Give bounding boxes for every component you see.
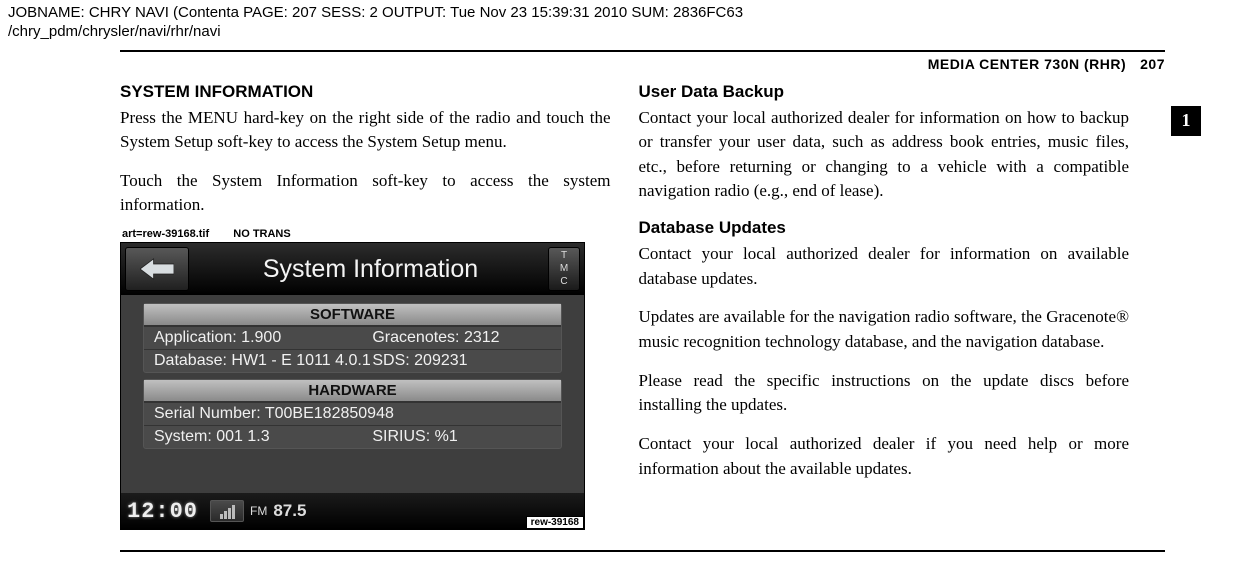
left-column: SYSTEM INFORMATION Press the MENU hard-k… bbox=[120, 82, 611, 531]
band-label: FM bbox=[250, 504, 267, 518]
section-title-system-info: SYSTEM INFORMATION bbox=[120, 82, 611, 102]
application-label: Application: bbox=[154, 329, 237, 346]
paragraph: Contact your local authorized dealer for… bbox=[639, 242, 1130, 291]
right-column: 1 User Data Backup Contact your local au… bbox=[639, 82, 1166, 531]
section-title-db-updates: Database Updates bbox=[639, 218, 1130, 238]
page-content: MEDIA CENTER 730N (RHR) 207 SYSTEM INFOR… bbox=[120, 50, 1165, 553]
no-trans-label: NO TRANS bbox=[233, 228, 290, 240]
screenshot-topbar: System Information TMC bbox=[121, 243, 584, 295]
running-header: MEDIA CENTER 730N (RHR) 207 bbox=[120, 56, 1165, 72]
table-row: Application: 1.900 Gracenotes: 2312 bbox=[144, 326, 561, 349]
system-value: 001 1.3 bbox=[216, 428, 269, 445]
hardware-header: HARDWARE bbox=[144, 380, 561, 402]
status-bar: 12:00 FM 87.5 bbox=[121, 493, 584, 529]
sirius-label: SIRIUS: bbox=[372, 428, 430, 445]
sds-label: SDS: bbox=[372, 352, 409, 369]
database-value: HW1 - E 1011 4.0.1 bbox=[231, 352, 370, 369]
page-number: 207 bbox=[1140, 56, 1165, 72]
paragraph: Updates are available for the navigation… bbox=[639, 305, 1130, 354]
table-row: Database: HW1 - E 1011 4.0.1 SDS: 209231 bbox=[144, 349, 561, 372]
application-value: 1.900 bbox=[241, 329, 281, 346]
sds-value: 209231 bbox=[414, 352, 467, 369]
table-row: System: 001 1.3 SIRIUS: %1 bbox=[144, 425, 561, 448]
section-title-user-backup: User Data Backup bbox=[639, 82, 1130, 102]
paragraph: Press the MENU hard-key on the right sid… bbox=[120, 106, 611, 155]
sirius-value: %1 bbox=[435, 428, 458, 445]
art-filename: art=rew-39168.tif bbox=[122, 228, 209, 240]
back-arrow-icon bbox=[140, 257, 174, 281]
header-title: MEDIA CENTER 730N (RHR) bbox=[928, 56, 1126, 72]
device-screenshot: System Information TMC SOFTWARE Applicat… bbox=[120, 242, 585, 530]
image-caption: art=rew-39168.tif NO TRANS bbox=[120, 228, 611, 240]
system-label: System: bbox=[154, 428, 212, 445]
paragraph: Touch the System Information soft-key to… bbox=[120, 169, 611, 218]
software-panel: SOFTWARE Application: 1.900 Gracenotes: … bbox=[143, 303, 562, 373]
bottom-rule bbox=[120, 550, 1165, 552]
gracenotes-value: 2312 bbox=[464, 329, 500, 346]
job-line-2: /chry_pdm/chrysler/navi/rhr/navi bbox=[8, 23, 1237, 42]
paragraph: Please read the specific instructions on… bbox=[639, 369, 1130, 418]
image-tag: rew-39168 bbox=[526, 516, 584, 529]
two-column-layout: SYSTEM INFORMATION Press the MENU hard-k… bbox=[120, 82, 1165, 531]
gracenotes-label: Gracenotes: bbox=[372, 329, 459, 346]
software-header: SOFTWARE bbox=[144, 304, 561, 326]
paragraph: Contact your local authorized dealer if … bbox=[639, 432, 1130, 481]
signal-icon bbox=[210, 500, 244, 522]
frequency-value: 87.5 bbox=[273, 501, 306, 521]
top-rule bbox=[120, 50, 1165, 52]
job-line-1: JOBNAME: CHRY NAVI (Contenta PAGE: 207 S… bbox=[8, 4, 1237, 23]
screen-title: System Information bbox=[193, 243, 548, 295]
hardware-panel: HARDWARE Serial Number: T00BE182850948 S… bbox=[143, 379, 562, 449]
table-row: Serial Number: T00BE182850948 bbox=[144, 402, 561, 425]
database-label: Database: bbox=[154, 352, 227, 369]
tmc-badge: TMC bbox=[548, 247, 580, 291]
back-button[interactable] bbox=[125, 247, 189, 291]
paragraph: Contact your local authorized dealer for… bbox=[639, 106, 1130, 205]
section-tab: 1 bbox=[1171, 106, 1201, 136]
job-header: JOBNAME: CHRY NAVI (Contenta PAGE: 207 S… bbox=[0, 0, 1245, 42]
serial-value: T00BE182850948 bbox=[265, 405, 394, 422]
serial-label: Serial Number: bbox=[154, 405, 261, 422]
clock: 12:00 bbox=[127, 499, 198, 524]
